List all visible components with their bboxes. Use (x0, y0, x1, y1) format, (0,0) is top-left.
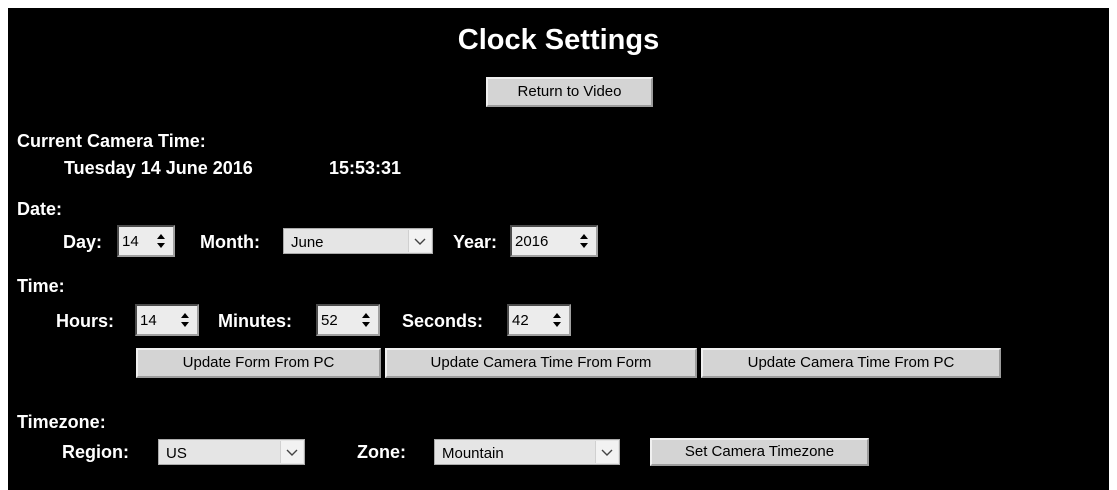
year-label: Year: (453, 232, 498, 252)
hours-spinner[interactable]: 14 (135, 304, 199, 336)
chevron-down-icon[interactable] (280, 441, 303, 463)
day-spinner[interactable]: 14 (117, 225, 175, 257)
day-value: 14 (122, 233, 139, 250)
region-label: Region: (62, 442, 129, 462)
current-time-label: Current Camera Time: (17, 131, 206, 151)
current-date-value: Tuesday 14 June 2016 (64, 158, 253, 178)
zone-label: Zone: (357, 442, 406, 462)
year-spinner[interactable]: 2016 (510, 225, 598, 257)
year-value: 2016 (515, 233, 549, 250)
month-label: Month: (200, 232, 260, 252)
update-form-from-pc-button[interactable]: Update Form From PC (136, 348, 381, 378)
page-title: Clock Settings (457, 24, 660, 56)
zone-select[interactable]: Mountain (434, 439, 620, 465)
set-camera-timezone-button[interactable]: Set Camera Timezone (650, 438, 869, 466)
zone-value: Mountain (442, 445, 504, 462)
update-camera-time-from-pc-button[interactable]: Update Camera Time From PC (701, 348, 1001, 378)
return-to-video-button[interactable]: Return to Video (486, 77, 653, 107)
spinner-arrows-icon[interactable] (551, 309, 563, 331)
hours-label: Hours: (56, 311, 114, 331)
seconds-spinner[interactable]: 42 (507, 304, 571, 336)
day-label: Day: (63, 232, 103, 252)
region-select[interactable]: US (158, 439, 305, 465)
spinner-arrows-icon[interactable] (155, 230, 167, 252)
month-value: June (291, 234, 324, 251)
seconds-value: 42 (512, 312, 529, 329)
current-time-value: 15:53:31 (329, 158, 402, 178)
update-camera-time-from-form-button[interactable]: Update Camera Time From Form (385, 348, 697, 378)
clock-settings-panel: Clock Settings Return to Video Current C… (8, 8, 1109, 490)
hours-value: 14 (140, 312, 157, 329)
seconds-label: Seconds: (402, 311, 484, 331)
date-section-label: Date: (17, 199, 63, 219)
minutes-value: 52 (321, 312, 338, 329)
time-section-label: Time: (17, 276, 65, 296)
region-value: US (166, 445, 187, 462)
chevron-down-icon[interactable] (408, 230, 431, 252)
timezone-section-label: Timezone: (17, 412, 106, 432)
month-select[interactable]: June (283, 228, 433, 254)
spinner-arrows-icon[interactable] (578, 230, 590, 252)
spinner-arrows-icon[interactable] (360, 309, 372, 331)
spinner-arrows-icon[interactable] (179, 309, 191, 331)
minutes-label: Minutes: (218, 311, 292, 331)
minutes-spinner[interactable]: 52 (316, 304, 380, 336)
chevron-down-icon[interactable] (595, 441, 618, 463)
